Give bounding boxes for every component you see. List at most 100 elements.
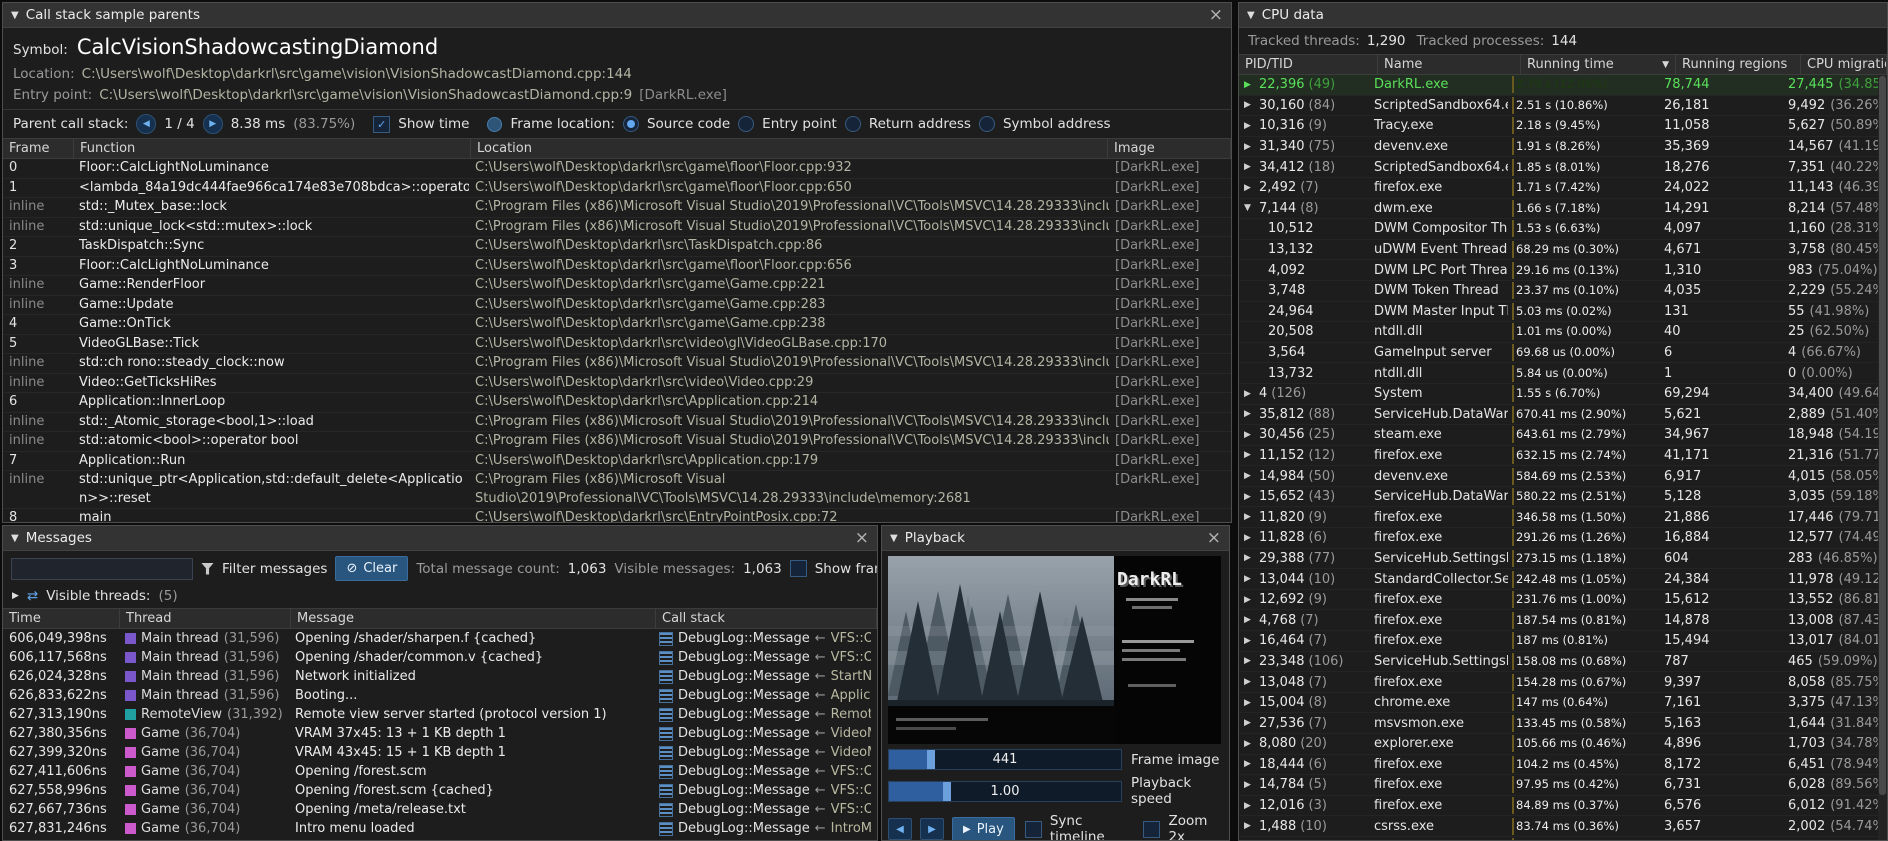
message-row[interactable]: 627,831,246ns Game (36,704) Intro menu l… bbox=[3, 819, 877, 838]
scrollbar-thumb[interactable] bbox=[1879, 76, 1886, 795]
callstack-row[interactable]: inline std::ch rono::steady_clock::now C… bbox=[3, 354, 1231, 374]
playback-speed-slider[interactable]: 1.00 bbox=[888, 781, 1122, 802]
callstack-row[interactable]: 7 Application::Run C:\Users\wolf\Desktop… bbox=[3, 452, 1231, 472]
step-forward-button[interactable]: ▶ bbox=[920, 818, 944, 840]
expand-icon[interactable]: ▶ bbox=[1244, 595, 1255, 605]
callstack-row[interactable]: 3 Floor::CalcLightNoLuminance C:\Users\w… bbox=[3, 257, 1231, 277]
message-callstack[interactable]: DebugLog::Message ← VFS::Open… bbox=[653, 764, 877, 779]
step-back-button[interactable]: ◀ bbox=[888, 818, 912, 840]
cpu-row[interactable]: ▶ 18,444 (6) firefox.exe 104.2 ms (0.45%… bbox=[1239, 755, 1887, 776]
cpu-row[interactable]: ▶ 30,160 (84) ScriptedSandbox64.exe 2.51… bbox=[1239, 96, 1887, 117]
callstack-row[interactable]: inline std::_Atomic_storage<bool,1>::loa… bbox=[3, 413, 1231, 433]
message-callstack[interactable]: DebugLog::Message ← VFS::Open… bbox=[653, 802, 877, 817]
show-frame-checkbox[interactable]: ✓ bbox=[790, 560, 807, 577]
cpu-row[interactable]: ▶ 14,984 (50) devenv.exe 584.69 ms (2.53… bbox=[1239, 466, 1887, 487]
radio-source-code-label[interactable]: Source code bbox=[647, 116, 730, 132]
cpu-row[interactable]: ▼ 7,144 (8) dwm.exe 1.66 s (7.18%) 14,29… bbox=[1239, 199, 1887, 220]
cpu-row[interactable]: ▶ 2,492 (7) firefox.exe 1.71 s (7.42%) 2… bbox=[1239, 178, 1887, 199]
cpu-row[interactable]: ▶ 4 (126) System 1.55 s (6.70%) 69,294 3… bbox=[1239, 384, 1887, 405]
message-filter-input[interactable] bbox=[11, 558, 193, 580]
expand-icon[interactable]: ▶ bbox=[1244, 450, 1255, 460]
expand-icon[interactable]: ▶ bbox=[1244, 80, 1255, 90]
cpu-row[interactable]: ▶ 13,044 (10) StandardCollector.Servic 2… bbox=[1239, 569, 1887, 590]
expand-icon[interactable]: ▶ bbox=[1244, 574, 1255, 584]
expander-icon[interactable]: ▶ bbox=[12, 591, 19, 601]
expand-icon[interactable]: ▶ bbox=[1244, 471, 1255, 481]
show-time-checkbox[interactable]: ✓ bbox=[373, 116, 390, 133]
radio-return-address-label[interactable]: Return address bbox=[869, 116, 971, 132]
cpu-row[interactable]: ▶ 11,820 (9) firefox.exe 346.58 ms (1.50… bbox=[1239, 507, 1887, 528]
expand-icon[interactable]: ▶ bbox=[1244, 553, 1255, 563]
cpu-row[interactable]: ▶ 12,692 (9) firefox.exe 231.76 ms (1.00… bbox=[1239, 590, 1887, 611]
message-row[interactable]: 627,558,996ns Game (36,704) Opening /for… bbox=[3, 781, 877, 800]
message-callstack[interactable]: DebugLog::Message ← IntroMenu::… bbox=[653, 821, 877, 836]
cpu-row[interactable]: ▶ 27,536 (7) msvsmon.exe 133.45 ms (0.58… bbox=[1239, 713, 1887, 734]
col-header-cpu-migrations[interactable]: CPU migrations bbox=[1801, 55, 1887, 74]
message-callstack[interactable]: DebugLog::Message ← VideoMemo bbox=[653, 745, 877, 760]
callstack-row[interactable]: 4 Game::OnTick C:\Users\wolf\Desktop\dar… bbox=[3, 315, 1231, 335]
message-row[interactable]: 627,667,736ns Game (36,704) Opening /met… bbox=[3, 800, 877, 819]
cpu-row[interactable]: 3,748 DWM Token Thread 23.37 ms (0.10%) … bbox=[1239, 281, 1887, 302]
callstack-row[interactable]: 5 VideoGLBase::Tick C:\Users\wolf\Deskto… bbox=[3, 335, 1231, 355]
prev-parent-button[interactable]: ◀ bbox=[136, 114, 156, 134]
collapse-icon[interactable]: ▼ bbox=[11, 533, 19, 544]
cpu-row[interactable]: ▶ 23,348 (106) ServiceHub.SettingsHost 1… bbox=[1239, 652, 1887, 673]
callstack-row[interactable]: 2 TaskDispatch::Sync C:\Users\wolf\Deskt… bbox=[3, 237, 1231, 257]
message-row[interactable]: 627,313,190ns RemoteView (31,392) Remote… bbox=[3, 705, 877, 724]
expand-icon[interactable]: ▶ bbox=[1244, 821, 1255, 831]
radio-source-code[interactable] bbox=[623, 116, 639, 132]
cpu-row[interactable]: ▶ 15,004 (8) chrome.exe 147 ms (0.64%) 7… bbox=[1239, 693, 1887, 714]
callstack-row[interactable]: 8 main C:\Users\wolf\Desktop\darkrl\src\… bbox=[3, 509, 1231, 522]
cpu-row[interactable]: ▶ 12,016 (3) firefox.exe 84.89 ms (0.37%… bbox=[1239, 796, 1887, 817]
expand-icon[interactable]: ▶ bbox=[1244, 718, 1255, 728]
message-callstack[interactable]: DebugLog::Message ← RemoteViev bbox=[653, 707, 877, 722]
expand-icon[interactable]: ▶ bbox=[1244, 780, 1255, 790]
message-row[interactable]: 627,399,320ns Game (36,704) VRAM 43x45: … bbox=[3, 743, 877, 762]
radio-return-address[interactable] bbox=[845, 116, 861, 132]
expand-icon[interactable]: ▶ bbox=[1244, 492, 1255, 502]
zoom-2x-checkbox[interactable]: ✓ bbox=[1143, 821, 1160, 838]
message-row[interactable]: 606,049,398ns Main thread (31,596) Openi… bbox=[3, 629, 877, 648]
col-header-pid-tid[interactable]: PID/TID bbox=[1239, 55, 1378, 74]
cpu-row[interactable]: 3,564 GameInput server 69.68 us (0.00%) … bbox=[1239, 343, 1887, 364]
cpu-row[interactable]: ▶ 4,872 (9) MsMpEng.exe 70.22 ms (0.30%)… bbox=[1239, 837, 1887, 840]
expand-icon[interactable]: ▶ bbox=[1244, 162, 1255, 172]
cpu-row[interactable]: ▶ 13,048 (7) firefox.exe 154.28 ms (0.67… bbox=[1239, 672, 1887, 693]
cpu-row[interactable]: ▶ 15,652 (43) ServiceHub.DataWarehou 580… bbox=[1239, 487, 1887, 508]
expand-icon[interactable]: ▶ bbox=[1244, 698, 1255, 708]
expand-icon[interactable]: ▶ bbox=[1244, 142, 1255, 152]
expand-icon[interactable]: ▶ bbox=[1244, 121, 1255, 131]
expand-icon[interactable]: ▶ bbox=[1244, 533, 1255, 543]
cpu-row[interactable]: 13,732 ntdll.dll 5.84 us (0.00%) 1 0 (0.… bbox=[1239, 363, 1887, 384]
message-row[interactable]: 606,117,568ns Main thread (31,596) Openi… bbox=[3, 648, 877, 667]
cpu-row[interactable]: ▶ 1,488 (10) csrss.exe 83.74 ms (0.36%) … bbox=[1239, 816, 1887, 837]
expand-icon[interactable]: ▶ bbox=[1244, 636, 1255, 646]
play-button[interactable]: ▶ Play bbox=[952, 817, 1015, 841]
cpu-scrollbar[interactable] bbox=[1878, 75, 1887, 840]
cpu-row[interactable]: 20,508 ntdll.dll 1.01 ms (0.00%) 40 25 (… bbox=[1239, 322, 1887, 343]
callstack-row[interactable]: inline std::unique_ptr<Application,std::… bbox=[3, 471, 1231, 509]
message-row[interactable]: 627,380,356ns Game (36,704) VRAM 37x45: … bbox=[3, 724, 877, 743]
cpu-row[interactable]: ▶ 16,464 (7) firefox.exe 187 ms (0.81%) … bbox=[1239, 631, 1887, 652]
cpu-row[interactable]: ▶ 22,396 (49) DarkRL.exe 2.79 s (12.06%)… bbox=[1239, 75, 1887, 96]
callstack-row[interactable]: 0 Floor::CalcLightNoLuminance C:\Users\w… bbox=[3, 159, 1231, 179]
cpu-row[interactable]: ▶ 11,828 (6) firefox.exe 291.26 ms (1.26… bbox=[1239, 528, 1887, 549]
message-row[interactable]: 627,411,606ns Game (36,704) Opening /for… bbox=[3, 762, 877, 781]
cpu-row[interactable]: ▶ 14,784 (5) firefox.exe 97.95 ms (0.42%… bbox=[1239, 775, 1887, 796]
collapse-icon[interactable]: ▼ bbox=[890, 533, 898, 544]
cpu-row[interactable]: ▶ 11,152 (12) firefox.exe 632.15 ms (2.7… bbox=[1239, 446, 1887, 467]
radio-symbol-address[interactable] bbox=[979, 116, 995, 132]
expand-icon[interactable]: ▶ bbox=[1244, 512, 1255, 522]
message-callstack[interactable]: DebugLog::Message ← VFS::Open bbox=[653, 650, 877, 665]
radio-symbol-address-label[interactable]: Symbol address bbox=[1003, 116, 1111, 132]
col-header-running-time[interactable]: Running time▼ bbox=[1521, 55, 1676, 74]
collapse-icon[interactable]: ▼ bbox=[11, 10, 19, 21]
message-row[interactable]: 626,833,622ns Main thread (31,596) Booti… bbox=[3, 686, 877, 705]
col-header-name[interactable]: Name bbox=[1378, 55, 1521, 74]
message-callstack[interactable]: DebugLog::Message ← StartNetwo bbox=[653, 669, 877, 684]
cpu-row[interactable]: ▶ 31,340 (75) devenv.exe 1.91 s (8.26%) … bbox=[1239, 137, 1887, 158]
callstack-row[interactable]: inline Game::RenderFloor C:\Users\wolf\D… bbox=[3, 276, 1231, 296]
expand-icon[interactable]: ▶ bbox=[1244, 389, 1255, 399]
expand-icon[interactable]: ▶ bbox=[1244, 615, 1255, 625]
expand-icon[interactable]: ▼ bbox=[1244, 203, 1255, 213]
